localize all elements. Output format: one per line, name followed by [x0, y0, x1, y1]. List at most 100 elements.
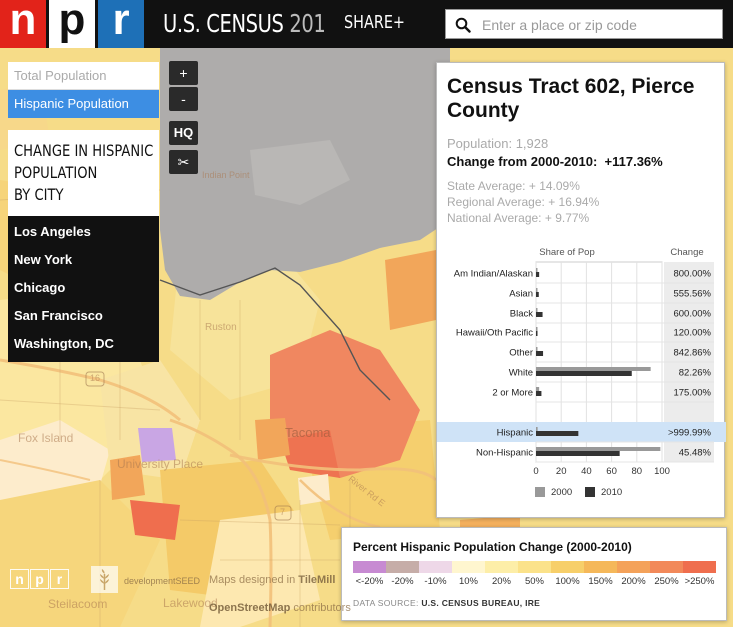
bar-2010 — [536, 331, 538, 336]
legend-swatch — [617, 561, 650, 573]
legend-source: DATA SOURCE: U.S. CENSUS BUREAU, IRE — [353, 598, 540, 608]
chart-tick-label: 60 — [606, 466, 617, 477]
chart-change-value: 175.00% — [673, 388, 711, 399]
map-label-indian-point: Indian Point — [202, 170, 250, 180]
layer-hispanic-population[interactable]: Hispanic Population — [8, 90, 159, 118]
legend-label: 50% — [524, 576, 545, 587]
chart-change-value: 82.26% — [679, 368, 712, 379]
chart-change-value: 120.00% — [673, 328, 711, 339]
layer-total-population[interactable]: Total Population — [8, 62, 159, 90]
city-item-los-angeles[interactable]: Los Angeles — [8, 218, 159, 246]
osm-link[interactable]: OpenStreetMap — [209, 602, 290, 614]
city-item-new-york[interactable]: New York — [8, 246, 159, 274]
city-heading-line: BY CITY — [14, 185, 64, 204]
bar-2000 — [536, 447, 661, 451]
regional-average-value: + 16.94% — [548, 195, 600, 209]
map-label-hwy7: 7 — [280, 507, 286, 517]
chart-tick-label: 100 — [654, 466, 670, 477]
chart-category-label: Other — [509, 348, 533, 359]
osm-credit: OpenStreetMap contributors — [209, 602, 351, 614]
national-average: National Average: + 9.77% — [447, 211, 589, 225]
legend-swatches — [353, 561, 716, 573]
chart-change-value: 842.86% — [673, 348, 711, 359]
wheat-icon — [100, 569, 109, 590]
bar-2010 — [536, 312, 543, 317]
chart-category-label: 2 or More — [492, 388, 533, 399]
legend-source-label: DATA SOURCE: — [353, 598, 419, 608]
chart-category-label: Am Indian/Alaskan — [454, 269, 533, 280]
chart-category-label: Asian — [509, 289, 533, 300]
npr-small-logo[interactable]: n p r — [10, 569, 70, 589]
page-title: U.S. CENSUS 201 — [163, 9, 326, 38]
search-box — [445, 9, 723, 39]
npr-logo-p: p — [49, 0, 95, 48]
npr-small-r: r — [50, 569, 69, 589]
city-item-washington-dc[interactable]: Washington, DC — [8, 330, 159, 358]
change-line: Change from 2000-2010: +117.36% — [447, 154, 663, 169]
city-item-chicago[interactable]: Chicago — [8, 274, 159, 302]
legend-2000-swatch — [535, 487, 545, 497]
page-title-number: 201 — [289, 9, 326, 38]
bar-2010 — [536, 351, 544, 356]
map-label-university-place: University Place — [117, 457, 204, 471]
maps-designed-label: Maps designed in — [209, 574, 296, 586]
map-label-steilacoom: Steilacoom — [48, 597, 108, 611]
city-item-san-francisco[interactable]: San Francisco — [8, 302, 159, 330]
tilemill-credit: Maps designed in TileMill — [209, 574, 335, 586]
national-average-label: National Average: — [447, 211, 542, 225]
city-list: Los Angeles New York Chicago San Francis… — [8, 216, 159, 362]
bar-2000 — [536, 268, 538, 272]
legend-swatch — [584, 561, 617, 573]
legend-2000-label: 2000 — [551, 487, 572, 498]
map-label-hwy16: 16 — [90, 373, 101, 383]
city-panel-heading: CHANGE IN HISPANIC POPULATION BY CITY — [8, 130, 159, 216]
bar-2000 — [536, 367, 651, 371]
chart-header-change: Change — [670, 247, 703, 258]
legend-label: >250% — [684, 576, 715, 587]
npr-logo-r: r — [98, 0, 144, 48]
osm-suffix: contributors — [293, 602, 351, 614]
zoom-in-button[interactable]: + — [169, 61, 198, 85]
state-average-value: + 14.09% — [528, 179, 580, 193]
bar-2010 — [536, 272, 540, 277]
legend-label: 250% — [654, 576, 679, 587]
bar-2000 — [536, 288, 538, 292]
npr-logo[interactable]: n p r — [0, 0, 147, 48]
chart-tick-label: 80 — [632, 466, 643, 477]
change-label: Change from 2000-2010: — [447, 154, 598, 169]
chart-category-label: White — [509, 368, 533, 379]
search-input[interactable] — [482, 14, 717, 35]
tilemill-link[interactable]: TileMill — [298, 574, 335, 586]
bar-2000 — [536, 308, 538, 312]
legend-label: 10% — [458, 576, 479, 587]
zoom-out-button[interactable]: - — [169, 87, 198, 111]
legend-label: <-20% — [355, 576, 384, 587]
city-heading-line: POPULATION — [14, 163, 98, 182]
scissors-icon[interactable]: ✂ — [169, 150, 198, 174]
hq-button[interactable]: HQ — [169, 121, 198, 145]
map-label-ruston: Ruston — [205, 322, 237, 333]
chart-change-value: 45.48% — [679, 448, 712, 459]
bar-2010 — [536, 391, 542, 396]
chart-category-label: Hispanic — [497, 428, 534, 439]
race-chart-svg: Share of Pop Change Am Indian/Alaskan 800.0… — [437, 247, 726, 498]
chart-category-label: Black — [510, 309, 533, 320]
legend-label: -20% — [391, 576, 414, 587]
search-icon — [455, 17, 471, 33]
map-label-tacoma: Tacoma — [285, 425, 331, 440]
legend-swatch — [452, 561, 485, 573]
development-seed-logo[interactable] — [91, 566, 118, 593]
chart-change-value: >999.99% — [668, 428, 712, 439]
app-header: n p r U.S. CENSUS 201 SHARE+ — [0, 0, 733, 48]
page-title-main: U.S. CENSUS — [163, 9, 284, 38]
legend-swatch — [485, 561, 518, 573]
chart-change-value: 555.56% — [673, 289, 711, 300]
regional-average: Regional Average: + 16.94% — [447, 195, 599, 209]
share-button[interactable]: SHARE+ — [344, 12, 405, 33]
race-chart: Share of Pop Change Am Indian/Alaskan 800.0… — [437, 241, 726, 501]
population-value: 1,928 — [515, 136, 549, 151]
legend-swatch — [551, 561, 584, 573]
chart-tick-label: 20 — [556, 466, 567, 477]
state-average-label: State Average: — [447, 179, 526, 193]
development-seed-credit[interactable]: developmentSEED — [124, 576, 200, 586]
